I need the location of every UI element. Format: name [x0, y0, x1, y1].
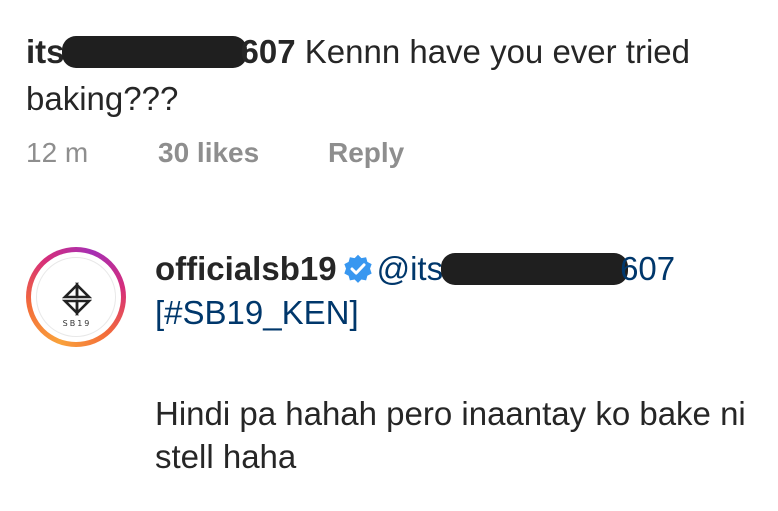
redaction-bar — [441, 253, 629, 285]
reply-hashtag[interactable]: [#SB19_KEN] — [155, 291, 771, 335]
reply-content: officialsb19 @its 607 [#SB19_KEN] Hindi pa… — [155, 247, 771, 475]
avatar[interactable]: SB19 — [26, 247, 126, 347]
comment-timestamp: 12 m — [26, 137, 89, 168]
avatar-label: SB19 — [62, 319, 92, 328]
reply-username[interactable]: officialsb19 — [155, 250, 337, 287]
comment-meta: 12 m 30 likes Reply — [26, 137, 766, 169]
reply-mention[interactable]: @its 607 — [377, 250, 676, 287]
mention-end: 607 — [620, 250, 676, 287]
mention-start: @its — [376, 250, 444, 287]
comment-username[interactable]: its 607 — [26, 33, 296, 70]
comment-username-start: its — [26, 33, 65, 70]
comment-reply-button[interactable]: Reply — [328, 137, 404, 169]
redaction-bar — [61, 36, 247, 68]
sb19-logo-icon — [61, 282, 93, 316]
comment-likes-button[interactable]: 30 likes — [158, 137, 328, 169]
comment-text: its 607 Kennn have you ever tried baking?… — [26, 28, 766, 122]
reply-header: officialsb19 @its 607 — [155, 247, 771, 291]
comment-username-end: 607 — [240, 33, 296, 70]
avatar-image: SB19 — [36, 257, 116, 337]
verified-badge-icon — [343, 254, 372, 283]
avatar-inner: SB19 — [31, 252, 121, 342]
reply-body: Hindi pa hahah pero inaantay ko bake ni … — [155, 395, 746, 475]
comment: its 607 Kennn have you ever tried baking?… — [26, 28, 766, 169]
